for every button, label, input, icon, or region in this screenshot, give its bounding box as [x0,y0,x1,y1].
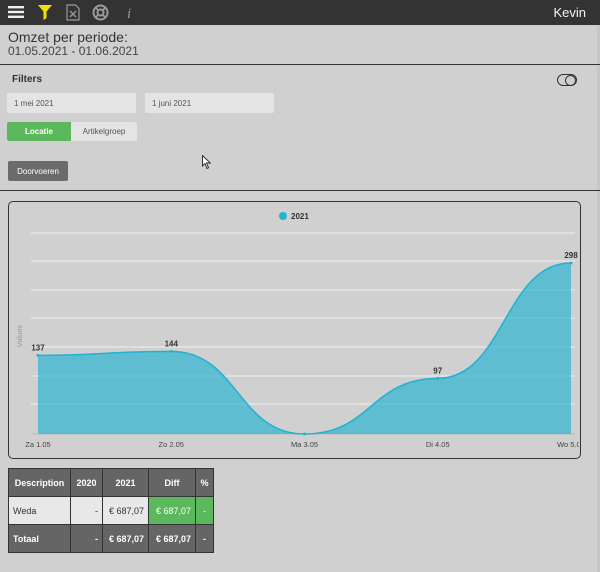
cell-percent: - [195,496,214,525]
col-diff[interactable]: Diff [148,468,196,497]
total-diff: € 687,07 [148,524,196,553]
mouse-cursor-icon [202,155,212,170]
legend-label: 2021 [291,212,309,221]
total-label: Totaal [8,524,71,553]
revenue-chart: 137 144 97 298 Za 1.05 Zo 2.05 Ma 3.05 Di 4.05 W… [15,212,579,449]
svg-text:i: i [127,6,131,20]
data-point [569,261,573,265]
chart-panel: 137 144 97 298 Za 1.05 Zo 2.05 Ma 3.05 Di 4.05 W… [8,201,581,459]
divider [0,190,600,191]
page-title: Omzet per periode: [8,29,128,45]
legend-swatch [279,212,287,220]
cell-diff: € 687,07 [148,496,196,525]
col-2021[interactable]: 2021 [102,468,149,497]
col-2020[interactable]: 2020 [70,468,103,497]
date-from-input[interactable] [7,93,136,113]
revenue-table: Description 2020 2021 Diff % Weda - € 68… [8,468,214,553]
cell-2020: - [70,496,103,525]
segment-artikelgroep[interactable]: Artikelgroep [71,122,137,141]
series-2021-area [38,263,571,434]
x-tick-label: Di 4.05 [426,440,450,449]
filters-title: Filters [12,74,43,85]
menu-icon[interactable] [7,3,25,21]
data-label: 298 [564,251,578,260]
lifebuoy-icon[interactable] [91,3,109,21]
divider [0,64,600,65]
apply-button[interactable]: Doorvoeren [8,161,68,181]
table-row[interactable]: Weda - € 687,07 € 687,07 - [8,496,214,525]
cell-2021: € 687,07 [102,496,149,525]
data-label: 97 [433,366,442,375]
data-point [169,349,173,353]
x-tick-label: Ma 3.05 [291,440,318,449]
y-axis-label: Values [15,325,24,348]
data-point [36,353,40,357]
top-bar: i Kevin [0,0,600,25]
table-total-row: Totaal - € 687,07 € 687,07 - [8,524,214,553]
total-2020: - [70,524,103,553]
excel-export-icon[interactable] [64,3,82,21]
x-tick-label: Zo 2.05 [159,440,184,449]
x-tick-label: Za 1.05 [25,440,50,449]
page-subtitle: 01.05.2021 - 01.06.2021 [8,44,139,58]
total-percent: - [195,524,214,553]
cell-description: Weda [8,496,71,525]
date-to-input[interactable] [145,93,274,113]
segment-locatie[interactable]: Locatie [7,122,71,141]
data-label: 144 [165,339,179,348]
filter-icon[interactable] [36,3,54,21]
x-tick-label: Wo 5.05 [557,440,579,449]
info-icon[interactable]: i [120,3,138,21]
data-label: 137 [31,343,45,352]
filters-toggle-icon[interactable] [557,74,577,86]
table-header-row: Description 2020 2021 Diff % [8,468,214,497]
total-2021: € 687,07 [102,524,149,553]
user-name[interactable]: Kevin [553,5,586,20]
col-description[interactable]: Description [8,468,71,497]
col-percent[interactable]: % [195,468,214,497]
data-point [436,376,440,380]
data-point [303,432,306,436]
